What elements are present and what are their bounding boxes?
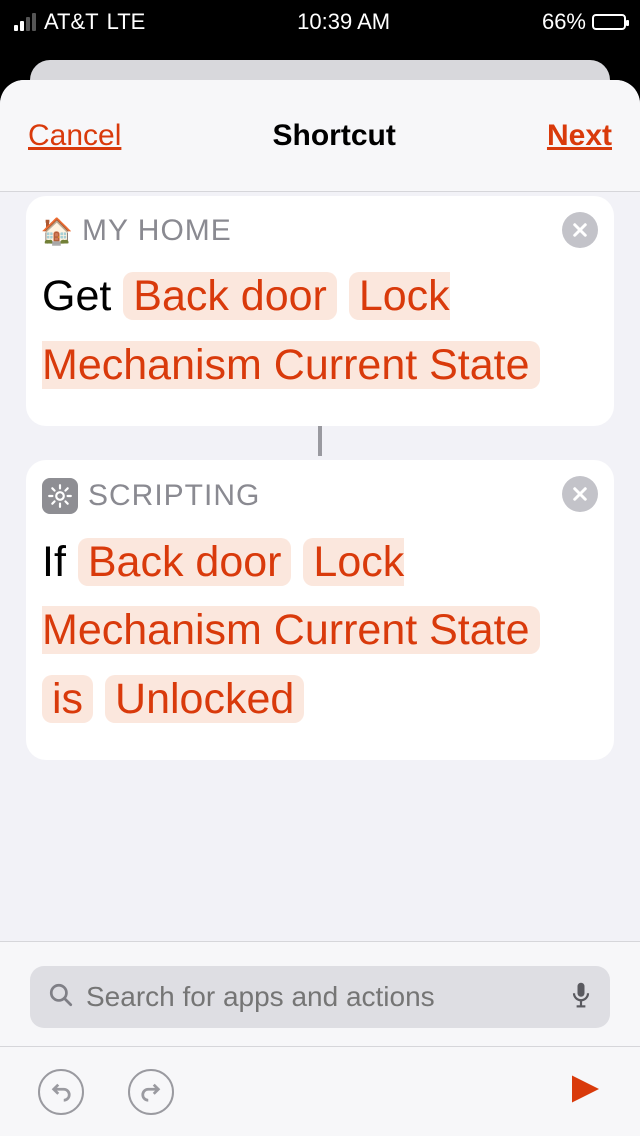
- home-icon: 🏠: [42, 216, 72, 246]
- action-description: Get Back door Lock Mechanism Current Sta…: [42, 262, 598, 400]
- search-area: [0, 941, 640, 1046]
- next-button[interactable]: Next: [547, 119, 612, 153]
- dictation-button[interactable]: [570, 981, 592, 1014]
- flow-connector: [318, 426, 322, 456]
- actions-list: 🏠 MY HOME Get Back door Lock Mechanism C…: [0, 192, 640, 941]
- microphone-icon: [570, 981, 592, 1009]
- token-input[interactable]: Back door: [78, 538, 292, 586]
- page-title: Shortcut: [273, 119, 396, 153]
- bottom-toolbar: [0, 1046, 640, 1136]
- cancel-button[interactable]: Cancel: [28, 119, 121, 153]
- action-description: If Back door Lock Mechanism Current Stat…: [42, 528, 598, 734]
- card-category-label: MY HOME: [82, 214, 598, 248]
- close-icon: [571, 221, 589, 239]
- shortcut-sheet: Cancel Shortcut Next 🏠 MY HOME Get Back …: [0, 80, 640, 1136]
- signal-icon: [14, 13, 36, 31]
- token-value[interactable]: Unlocked: [105, 675, 304, 723]
- token-accessory[interactable]: Back door: [123, 272, 337, 320]
- status-bar: AT&T LTE 10:39 AM 66%: [0, 0, 640, 44]
- token-condition[interactable]: is: [42, 675, 93, 723]
- battery-percent: 66%: [542, 9, 586, 35]
- redo-icon: [140, 1081, 162, 1103]
- action-prefix: Get: [42, 272, 111, 320]
- nav-bar: Cancel Shortcut Next: [0, 80, 640, 192]
- close-icon: [571, 485, 589, 503]
- search-box[interactable]: [30, 966, 610, 1028]
- action-card-home[interactable]: 🏠 MY HOME Get Back door Lock Mechanism C…: [26, 196, 614, 426]
- carrier-label: AT&T: [44, 9, 99, 35]
- undo-icon: [50, 1081, 72, 1103]
- run-button[interactable]: [566, 1071, 602, 1112]
- gear-icon: [42, 478, 78, 514]
- action-prefix: If: [42, 538, 66, 586]
- remove-action-button[interactable]: [562, 212, 598, 248]
- redo-button[interactable]: [128, 1069, 174, 1115]
- search-icon: [48, 982, 74, 1013]
- action-card-scripting[interactable]: SCRIPTING If Back door Lock Mechanism Cu…: [26, 460, 614, 760]
- battery-icon: [592, 14, 626, 30]
- play-icon: [566, 1071, 602, 1107]
- card-category-label: SCRIPTING: [88, 479, 598, 513]
- remove-action-button[interactable]: [562, 476, 598, 512]
- search-input[interactable]: [86, 981, 558, 1013]
- clock: 10:39 AM: [297, 9, 390, 35]
- undo-button[interactable]: [38, 1069, 84, 1115]
- network-label: LTE: [107, 9, 146, 35]
